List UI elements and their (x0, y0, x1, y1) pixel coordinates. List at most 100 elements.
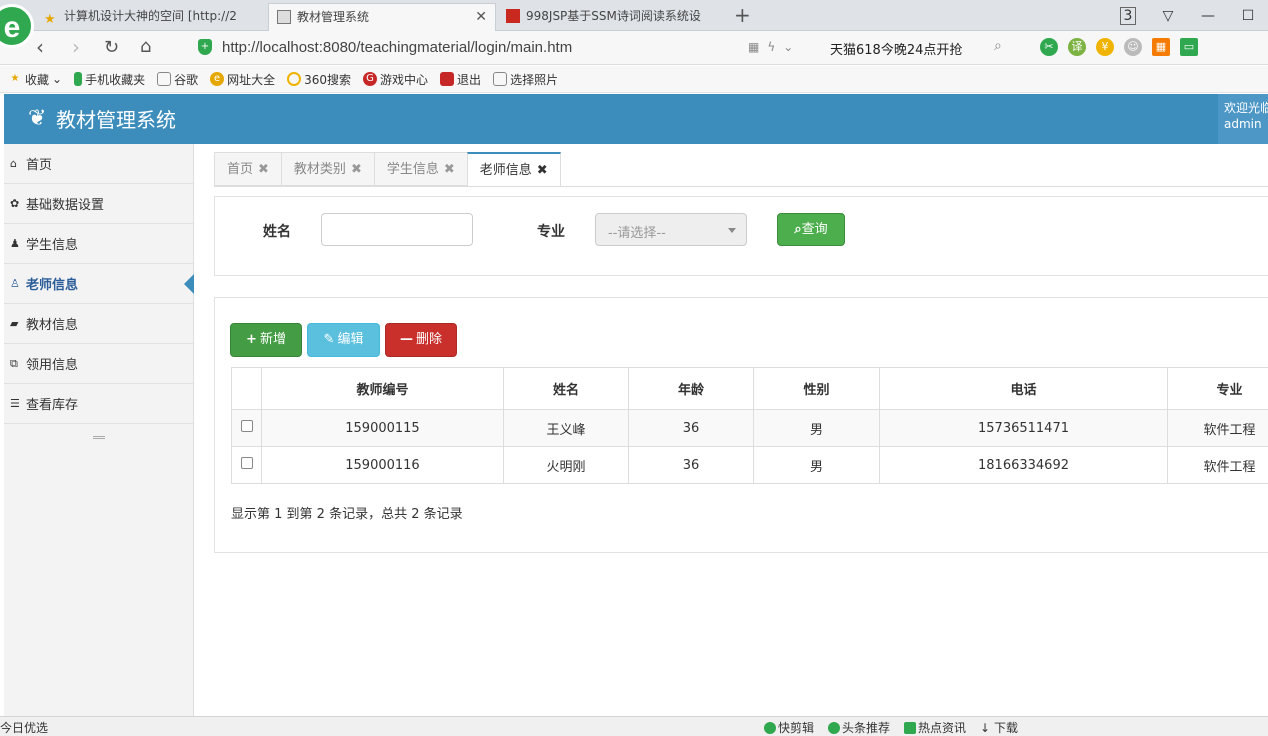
name-input[interactable] (321, 213, 473, 246)
table-cell: 软件工程 (1167, 446, 1268, 484)
query-button[interactable]: ⌕查询 (777, 213, 845, 246)
browser-tab-3[interactable]: 998JSP基于SSM诗词阅读系统设 (498, 3, 728, 31)
status-right-items: 快剪辑 头条推荐 热点资讯 ↓ 下载 (764, 719, 1018, 736)
browser-tab-strip: e ★ 计算机设计大神的空间 [http://2 教材管理系统 ✕ 998JSP… (0, 0, 1268, 48)
status-item-download[interactable]: ↓ 下载 (980, 719, 1018, 736)
user-name: admin (1224, 117, 1262, 131)
refresh-icon[interactable]: ↻ (104, 37, 119, 58)
table-cell: 159000116 (261, 446, 504, 484)
column-header[interactable]: 电话 (879, 367, 1168, 410)
row-checkbox[interactable] (240, 457, 253, 469)
minimize-button[interactable]: — (1188, 8, 1228, 24)
tab-home[interactable]: 首页 ✖ (214, 152, 281, 186)
shirt-icon[interactable]: ▽ (1148, 8, 1188, 24)
chevron-down-icon (728, 228, 736, 233)
close-tab-icon[interactable]: ✕ (475, 4, 487, 30)
bookmark-google[interactable]: 谷歌 (157, 71, 198, 88)
browser-status-bar: 今日优选 快剪辑 头条推荐 热点资讯 ↓ 下载 (0, 716, 1268, 736)
bookmark-mobile[interactable]: 手机收藏夹 (74, 71, 145, 88)
book-icon: ▰ (10, 317, 19, 330)
sidebar-item-teachers[interactable]: ♙ 老师信息 (4, 264, 194, 304)
tab-teacher-info[interactable]: 老师信息 ✖ (466, 152, 561, 186)
sidebar-collapse-handle[interactable] (92, 436, 105, 439)
qrcode-icon[interactable]: ▦ϟ⌄ (748, 40, 801, 54)
browser-tab-title: 教材管理系统 (297, 10, 370, 24)
bookmark-360[interactable]: 360搜索 (287, 71, 351, 88)
user-menu[interactable]: 欢迎光临 admin (1218, 94, 1268, 144)
sidebar-item-students[interactable]: ♟ 学生信息 (4, 224, 193, 264)
window-controls: 3 ▽ — ☐ (1108, 0, 1268, 31)
column-header[interactable]: 性别 (753, 367, 880, 410)
table-row[interactable]: 159000116 火明刚 36 男 18166334692 软件工程 (231, 446, 1268, 484)
column-header[interactable]: 姓名 (503, 367, 629, 410)
table-cell: 男 (753, 446, 880, 484)
close-icon[interactable]: ✖ (258, 162, 269, 177)
status-item-news[interactable]: 热点资讯 (904, 719, 966, 736)
clone-icon: ⧉ (10, 356, 18, 370)
face-icon[interactable]: ☺ (1124, 38, 1142, 56)
browser-tab-title: 998JSP基于SSM诗词阅读系统设 (526, 9, 701, 23)
table-cell: 18166334692 (879, 446, 1168, 484)
major-label: 专业 (537, 224, 565, 240)
edit-button[interactable]: ✎ 编辑 (307, 323, 380, 357)
secure-shield-icon: + (198, 39, 212, 55)
status-item-clip[interactable]: 快剪辑 (764, 719, 814, 736)
page-icon (277, 10, 291, 24)
table-row[interactable]: 159000115 王义峰 36 男 15736511471 软件工程 (231, 409, 1268, 447)
major-select[interactable]: --请选择-- (595, 213, 747, 246)
search-icon[interactable]: ⌕ (994, 38, 1002, 54)
coin-icon[interactable]: ¥ (1096, 38, 1114, 56)
home-icon[interactable]: ⌂ (140, 36, 151, 57)
bookmark-sites[interactable]: e 网址大全 (210, 71, 275, 88)
column-header[interactable]: 年龄 (628, 367, 754, 410)
browser-tab-1[interactable]: ★ 计算机设计大神的空间 [http://2 (36, 3, 266, 31)
home-icon: ⌂ (10, 157, 17, 170)
forward-icon[interactable]: › (72, 35, 80, 59)
tab-student-info[interactable]: 学生信息 ✖ (373, 152, 467, 186)
status-left-text[interactable]: 今日优选 (0, 719, 48, 736)
page-icon (493, 72, 508, 86)
delete-button[interactable]: — 删除 (385, 323, 457, 357)
bookmark-games[interactable]: G 游戏中心 (363, 71, 428, 88)
close-icon[interactable]: ✖ (537, 163, 548, 178)
bookmark-photos[interactable]: 选择照片 (493, 71, 558, 88)
star-icon: ★ (44, 12, 56, 27)
tab-count-badge[interactable]: 3 (1108, 6, 1148, 25)
translate-icon[interactable]: 译 (1068, 38, 1086, 56)
extension-icons: ✂ 译 ¥ ☺ ▦ ▭ (1040, 38, 1198, 56)
browser-tab-2[interactable]: 教材管理系统 ✕ (268, 3, 496, 31)
tab-divider (214, 186, 1268, 187)
back-icon[interactable]: ‹ (36, 35, 44, 59)
play-icon (828, 722, 841, 734)
battery-icon[interactable]: ▭ (1180, 38, 1198, 56)
flag-icon (440, 72, 455, 86)
teacher-table: 教师编号 姓名 年龄 性别 电话 专业 159000115 王义峰 36 男 1… (231, 367, 1268, 484)
tab-material-category[interactable]: 教材类别 ✖ (280, 152, 374, 186)
search-suggestion[interactable]: 天猫618今晚24点开抢 (830, 39, 962, 58)
sidebar-item-basic-settings[interactable]: ✿ 基础数据设置 (4, 184, 193, 224)
users-icon: ♟ (10, 237, 20, 250)
column-header[interactable]: 专业 (1167, 367, 1268, 410)
content-tabs: 首页 ✖ 教材类别 ✖ 学生信息 ✖ 老师信息 ✖ (214, 152, 561, 186)
url-input[interactable]: http://localhost:8080/teachingmaterial/l… (222, 39, 572, 56)
status-item-headline[interactable]: 头条推荐 (828, 719, 890, 736)
sidebar-item-home[interactable]: ⌂ 首页 (4, 144, 193, 184)
row-checkbox[interactable] (240, 420, 253, 432)
table-cell: 15736511471 (879, 409, 1168, 447)
sidebar-item-materials[interactable]: ▰ 教材信息 (4, 304, 193, 344)
phone-icon (74, 72, 83, 86)
sidebar-item-inventory[interactable]: ☰ 查看库存 (4, 384, 193, 424)
add-button[interactable]: + 新增 (230, 323, 302, 357)
column-header[interactable]: 教师编号 (261, 367, 504, 410)
user-greeting: 欢迎光临 (1224, 101, 1268, 115)
scissors-icon[interactable]: ✂ (1040, 38, 1058, 56)
new-tab-button[interactable]: + (734, 3, 751, 27)
bookmark-exit[interactable]: 退出 (440, 71, 481, 88)
apps-icon[interactable]: ▦ (1152, 38, 1170, 56)
maximize-button[interactable]: ☐ (1228, 8, 1268, 24)
bookmark-favorites[interactable]: ★ 收藏 ⌄ (8, 71, 63, 88)
close-icon[interactable]: ✖ (351, 162, 362, 177)
sidebar-item-requisition[interactable]: ⧉ 领用信息 (4, 344, 193, 384)
close-icon[interactable]: ✖ (444, 162, 455, 177)
table-cell: 36 (628, 409, 754, 447)
